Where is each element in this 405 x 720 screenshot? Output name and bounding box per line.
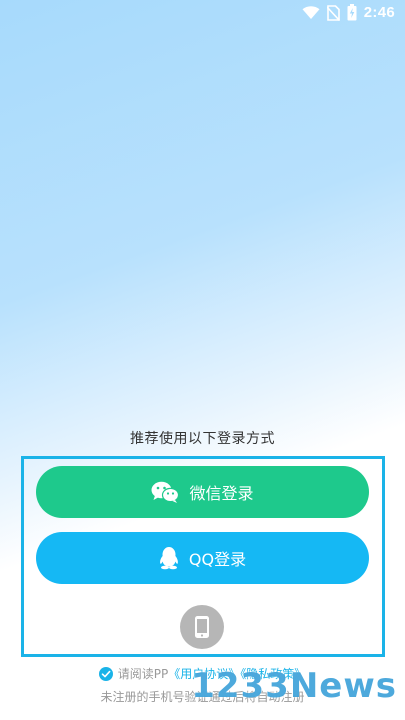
qq-login-button[interactable]: QQ登录 — [36, 532, 369, 584]
no-sim-icon — [326, 4, 340, 21]
wechat-login-button[interactable]: 微信登录 — [36, 466, 369, 518]
status-icons: 2:46 — [302, 4, 395, 21]
status-bar: 2:46 — [0, 0, 405, 28]
qq-icon — [159, 546, 179, 570]
agreement-section: 请阅读PP《用户协议》《隐私政策》 未注册的手机号验证通过后将自动注册 — [0, 665, 405, 705]
agreement-prefix: 请阅读PP — [117, 667, 169, 681]
recommend-login-title: 推荐使用以下登录方式 — [130, 431, 275, 447]
wechat-login-label: 微信登录 — [189, 484, 254, 503]
wifi-icon — [302, 5, 320, 20]
mobile-phone-icon — [194, 615, 210, 639]
wechat-icon — [151, 481, 180, 503]
qq-login-label: QQ登录 — [188, 550, 247, 569]
battery-charging-icon — [347, 4, 357, 21]
user-agreement-link[interactable]: 《用户协议》 — [168, 667, 240, 681]
agreement-line: 请阅读PP《用户协议》《隐私政策》 — [0, 665, 405, 682]
status-time: 2:46 — [363, 4, 395, 21]
checkmark-circle-icon[interactable] — [98, 666, 113, 681]
privacy-policy-link[interactable]: 《隐私政策》 — [240, 667, 306, 681]
phone-login-button[interactable] — [180, 605, 224, 649]
auto-register-note: 未注册的手机号验证通过后将自动注册 — [100, 690, 305, 704]
